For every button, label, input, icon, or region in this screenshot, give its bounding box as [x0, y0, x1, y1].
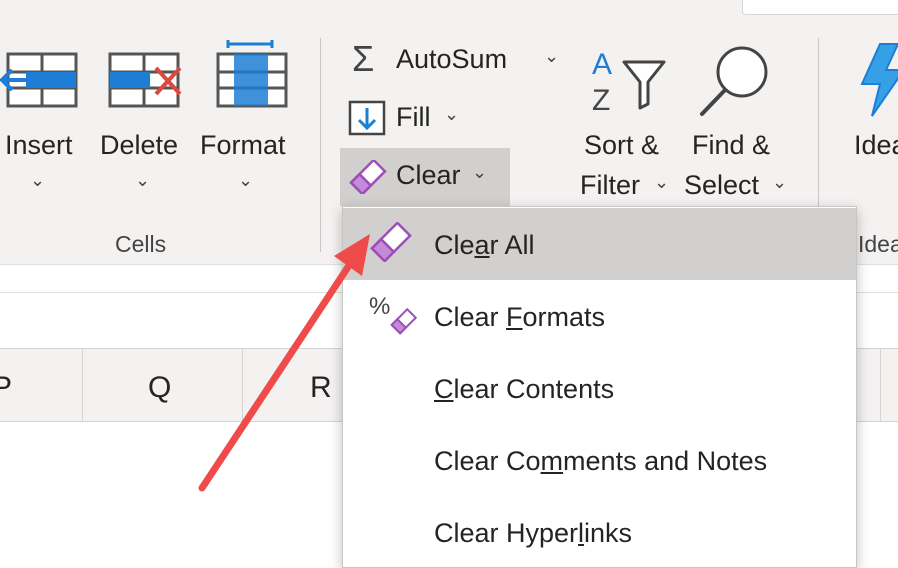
annotation-arrow — [198, 234, 370, 492]
